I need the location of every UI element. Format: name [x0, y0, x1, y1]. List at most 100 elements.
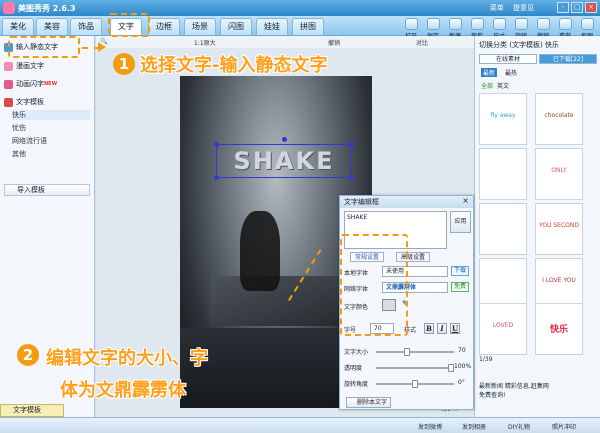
bold-button[interactable]: B [424, 323, 434, 334]
subtab-hottest[interactable]: 最热 [505, 68, 517, 77]
step1-number: 1 [113, 53, 135, 75]
tab-doll[interactable]: 娃娃 [256, 18, 288, 35]
rotation-slider[interactable] [376, 380, 454, 388]
rotate-handle[interactable] [282, 137, 287, 142]
template-sub-sad[interactable]: 忧伤 [12, 123, 26, 133]
step1-arrowhead [98, 42, 106, 52]
comic-text-item[interactable]: 漫画文字 [4, 60, 44, 73]
share-album-link[interactable]: 发到相册 [462, 422, 486, 431]
font-size-slider-label: 文字大小 [344, 349, 369, 356]
rotation-slider-knob[interactable] [412, 380, 418, 388]
resize-button[interactable]: 尺寸 [488, 16, 510, 40]
undo-icon [536, 18, 550, 30]
open-icon [404, 18, 418, 30]
resize-handle[interactable] [349, 175, 354, 180]
text-template-label: 文字模板 [16, 98, 44, 106]
step1-annotation: 选择文字-输入静态文字 [140, 55, 328, 76]
category-selector[interactable]: 切换分类 (文字模板) 快乐 [479, 40, 559, 50]
step2-annotation-line2: 体为文鼎霹雳体 [60, 380, 186, 401]
dialog-close-icon[interactable]: × [462, 196, 469, 205]
photo-ramp [210, 276, 360, 326]
flash-icon [4, 79, 13, 89]
share-weibo-link[interactable]: 发到微博 [418, 422, 442, 431]
resize-handle[interactable] [214, 175, 219, 180]
resize-handle[interactable] [349, 142, 354, 147]
new-icon [448, 18, 462, 30]
tab-flash[interactable]: 闪图 [220, 18, 252, 35]
resize-handle[interactable] [214, 142, 219, 147]
highlight-font-settings [340, 234, 408, 336]
template-thumb[interactable] [479, 203, 527, 255]
highlight-text-tab [108, 13, 150, 37]
tab-collage[interactable]: 拼图 [292, 18, 324, 35]
tab-scene[interactable]: 场景 [184, 18, 216, 35]
bottom-template-button[interactable]: 文字模板 [0, 404, 64, 417]
undo-small[interactable]: 撤销 [328, 38, 340, 47]
apply-button[interactable]: 应用 [450, 211, 471, 233]
canvas-text-object[interactable]: SHAKE [214, 137, 354, 180]
page-indicator: 1/39 [479, 356, 493, 363]
photo-print-link[interactable]: 照片冲印 [552, 422, 576, 431]
redo-icon [558, 18, 572, 30]
save-button[interactable]: 保存 [422, 16, 444, 40]
font-size-slider-knob[interactable] [404, 348, 410, 356]
step2-annotation-line1: 编辑文字的大小、字 [46, 348, 208, 369]
import-template-button[interactable]: 导入模板 [4, 184, 90, 196]
font-size-slider[interactable] [376, 348, 454, 356]
redo-button[interactable]: 重做 [554, 16, 576, 40]
free-font-badge[interactable]: 免费 [451, 282, 470, 292]
canvas-subtoolbar: 🔍 1:1原大 撤销 对比 [96, 36, 474, 48]
main-toolbar: 打开 保存 新建 裁剪 尺寸 旋转 撤销 重做 抠图 [400, 0, 598, 40]
filter-english[interactable]: 英文 [497, 81, 509, 90]
main-tab-bar: 美化 美容 饰品 文字 边框 场景 闪图 娃娃 拼图 打开 保存 新建 裁剪 尺… [0, 16, 600, 40]
template-thumb[interactable] [479, 148, 527, 200]
right-panel: 切换分类 (文字模板) 快乐 在线素材 已下载[22] 最新 最热 全部 英文 … [474, 36, 600, 417]
tab-frame[interactable]: 边框 [148, 18, 180, 35]
new-button[interactable]: 新建 [444, 16, 466, 40]
open-button[interactable]: 打开 [400, 16, 422, 40]
rotate-button[interactable]: 旋转 [510, 16, 532, 40]
tab-beauty[interactable]: 美容 [36, 18, 68, 35]
zoom-label[interactable]: 1:1原大 [194, 38, 216, 47]
template-sub-other[interactable]: 其他 [12, 149, 26, 159]
filter-all[interactable]: 全部 [481, 81, 493, 90]
underline-button[interactable]: U [450, 323, 460, 334]
template-thumb[interactable]: ONLY [535, 148, 583, 200]
template-thumb[interactable]: YOU SECOND [535, 203, 583, 255]
app-logo-icon [3, 2, 15, 14]
dialog-title: 文字编辑框 [340, 196, 473, 208]
flash-text-item[interactable]: 动画闪字NEW [4, 78, 57, 91]
tab-online-materials[interactable]: 在线素材 [479, 54, 537, 64]
resize-icon [492, 18, 506, 30]
highlight-input-static-text [8, 36, 80, 58]
app-title: 美图秀秀 2.6.3 [18, 4, 76, 13]
category-value: (文字模板) 快乐 [509, 41, 559, 49]
diy-gift-link[interactable]: DIY礼物 [508, 422, 530, 431]
rotation-value: 0° [458, 379, 465, 386]
template-sub-happy[interactable]: 快乐 [12, 110, 90, 120]
template-thumb[interactable]: LOVED [479, 303, 527, 355]
right-panel-tabs: 在线素材 已下载[22] [479, 54, 597, 64]
status-bar: 发到微博 发到相册 DIY礼物 照片冲印 [0, 417, 600, 433]
opacity-label: 透明度 [344, 365, 363, 372]
tab-beautify[interactable]: 美化 [2, 18, 34, 35]
download-font-button[interactable]: 下载 [451, 266, 470, 276]
flash-text-label: 动画闪字 [16, 80, 44, 88]
template-thumb[interactable]: chocolate [535, 93, 583, 145]
undo-button[interactable]: 撤销 [532, 16, 554, 40]
template-sub-popular[interactable]: 网络流行语 [12, 136, 47, 146]
news-box[interactable]: 最新新闻 精彩信息,赶集网 免费查询! [479, 381, 597, 399]
crop-button[interactable]: 裁剪 [466, 16, 488, 40]
opacity-slider[interactable] [376, 364, 454, 372]
subtab-newest[interactable]: 最新 [481, 68, 498, 77]
tab-accessories[interactable]: 饰品 [70, 18, 102, 35]
text-template-item[interactable]: 文字模板 [4, 96, 44, 109]
cutout-button[interactable]: 抠图 [576, 16, 598, 40]
italic-button[interactable]: I [437, 323, 447, 334]
delete-text-button[interactable]: 删除本文字 [346, 397, 392, 408]
template-thumb[interactable]: fly away [479, 93, 527, 145]
tab-downloaded[interactable]: 已下载[22] [539, 54, 597, 64]
template-thumb[interactable]: 快乐 [535, 303, 583, 355]
news-line-1: 最新新闻 精彩信息,赶集网 [479, 383, 549, 390]
compare-small[interactable]: 对比 [416, 38, 428, 47]
